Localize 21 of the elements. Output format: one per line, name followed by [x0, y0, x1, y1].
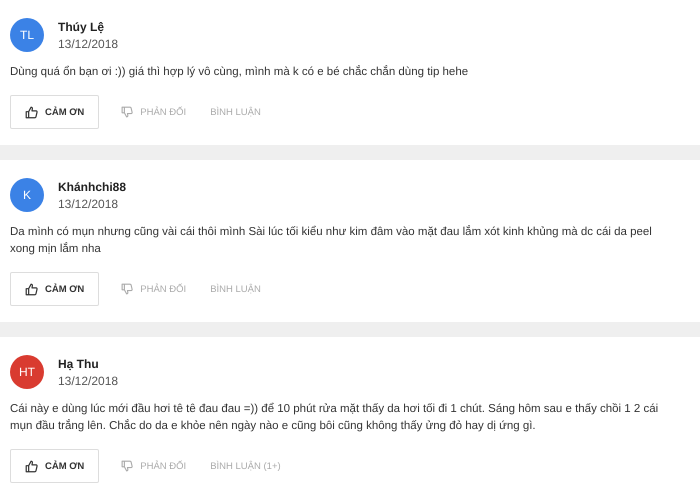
review-date: 13/12/2018 [58, 196, 120, 210]
reviewer-name: Hạ Thu [58, 356, 100, 370]
thanks-button[interactable]: CẢM ƠN [10, 449, 100, 483]
review-text: Da mình có mụn nhưng cũng vài cái thôi mình Sài lúc tối kiểu như kim đâm vào mặt đau lắm xót kinh khủng mà dc cái da peel xong mịn lắm nha [10, 224, 653, 257]
thanks-button[interactable]: CẢM ƠN [10, 95, 100, 129]
review-date: 13/12/2018 [58, 374, 118, 388]
reviewer-name: Thúy Lệ [58, 20, 106, 34]
thumbs-up-icon [25, 460, 38, 472]
thumbs-down-icon [121, 283, 134, 295]
avatar: HT [10, 355, 44, 389]
thanks-button[interactable]: CẢM ƠN [10, 272, 100, 306]
reviewer-name: Khánhchi88 [58, 180, 126, 194]
avatar: TL [10, 18, 44, 52]
thumbs-down-icon [121, 106, 134, 118]
thumbs-up-icon [25, 282, 38, 296]
thumbs-down-icon [121, 460, 134, 472]
review-date: 13/12/2018 [58, 36, 118, 50]
thumbs-up-icon [25, 106, 38, 118]
avatar: K [10, 178, 44, 212]
review-text: Dùng quá ổn bạn ơi :)) giá thì hợp lý vô cùng, mình mà k có e bé chắc chắn dùng tip hehe [10, 64, 470, 80]
review-text: Cái này e dùng lúc mới đầu hơi tê tê đau đau =)) để 10 phút rửa mặt thấy da hơi tối đi 1 chút. Sáng hôm sau e thấy chồi 1 2 cái mụn đầu trắng lên. Chắc do da e khỏe nên ngày nào e cũng bôi cũng không thấy ửng đỏ hay dị ứng gì. [10, 402, 660, 434]
